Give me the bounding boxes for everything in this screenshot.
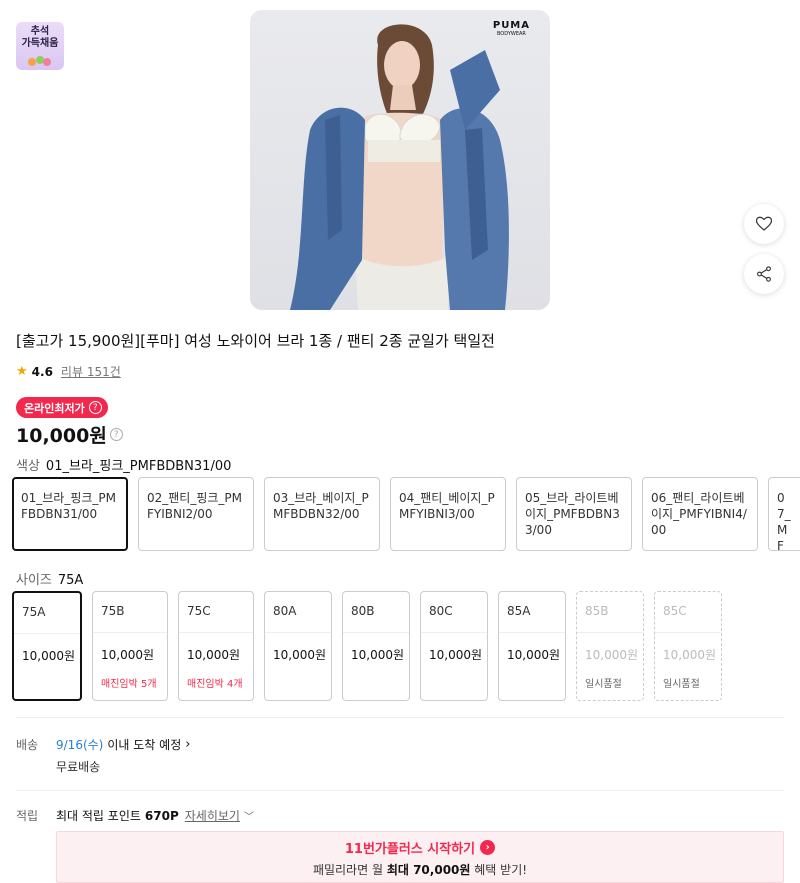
question-icon: ? xyxy=(88,401,102,414)
shipping-date-link[interactable]: 9/16(수) 이내 도착 예정 › xyxy=(56,736,190,753)
size-status xyxy=(499,663,565,675)
size-option-item[interactable]: 80B 10,000원 xyxy=(342,591,410,701)
size-option-item[interactable]: 80A 10,000원 xyxy=(264,591,332,701)
wishlist-button[interactable] xyxy=(744,204,784,244)
size-option-item[interactable]: 85C 10,000원 일시품절 xyxy=(654,591,722,701)
selected-color: 01_브라_핑크_PMFBDBN31/00 xyxy=(45,459,232,474)
price-row: 10,000원 ? xyxy=(16,421,123,448)
brand-logo: PUMA BODYWEAR xyxy=(492,20,530,37)
divider xyxy=(16,790,784,791)
size-price: 10,000원 xyxy=(351,648,405,662)
rating-row: ★ 4.6 리뷰 151건 xyxy=(16,363,121,380)
color-option-item[interactable]: 05_브라_라이트베이지_PMFBDBN33/00 xyxy=(516,477,632,551)
plus-subtext: 패밀리라면 월 최대 70,000원 혜택 받기! xyxy=(312,863,528,877)
color-option-item[interactable]: 02_팬티_핑크_PMFYIBNI2/00 xyxy=(138,477,254,551)
product-title: [출고가 15,900원][푸마] 여성 노와이어 브라 1종 / 팬티 2종 … xyxy=(16,332,495,350)
size-status: 매진임박 5개 xyxy=(101,679,157,690)
size-name: 75C xyxy=(179,592,253,633)
model-illustration xyxy=(290,24,509,310)
size-option-item[interactable]: 75A 10,000원 xyxy=(12,591,82,701)
size-status xyxy=(421,663,487,675)
size-status: 일시품절 xyxy=(585,679,622,690)
size-price: 10,000원 xyxy=(429,648,483,662)
lowest-price-label: 온라인최저가 xyxy=(24,401,85,415)
size-option-item[interactable]: 75C 10,000원 매진임박 4개 xyxy=(178,591,254,701)
size-option-item[interactable]: 85B 10,000원 일시품절 xyxy=(576,591,644,701)
price-info-icon[interactable]: ? xyxy=(109,428,123,441)
shipping-fee: 무료배송 xyxy=(56,760,101,774)
shipping-label: 배송 xyxy=(16,738,39,752)
shipping-date: 9/16(수) xyxy=(56,738,104,752)
color-option-item[interactable]: 03_브라_베이지_PMFBDBN32/00 xyxy=(264,477,380,551)
size-name: 75A xyxy=(14,593,80,634)
promo-line1: 추석 xyxy=(30,26,50,37)
size-price: 10,000원 xyxy=(507,648,561,662)
size-name: 80B xyxy=(343,592,409,633)
size-name: 85C xyxy=(655,592,721,633)
size-status: 일시품절 xyxy=(663,679,700,690)
plus-headline: 11번가플러스 시작하기 xyxy=(344,842,476,857)
heart-icon xyxy=(755,216,773,231)
size-name: 85B xyxy=(577,592,643,633)
rating-score: 4.6 xyxy=(31,364,53,379)
points-detail-link[interactable]: 자세히보기 xyxy=(185,807,240,824)
arrow-right-icon: › xyxy=(480,840,496,855)
points-label: 적립 xyxy=(16,809,39,823)
share-icon xyxy=(757,266,771,282)
review-count-link[interactable]: 리뷰 151건 xyxy=(61,363,121,380)
size-option-item[interactable]: 75B 10,000원 매진임박 5개 xyxy=(92,591,168,701)
color-option-item[interactable]: 01_브라_핑크_PMFBDBN31/00 xyxy=(12,477,128,551)
promo-badge[interactable]: 추석 가득채움 xyxy=(16,22,64,70)
size-option-label: 사이즈 75A xyxy=(16,573,84,588)
size-name: 80C xyxy=(421,592,487,633)
chevron-right-icon: › xyxy=(185,737,191,752)
chevron-down-icon: ﹀ xyxy=(243,812,254,823)
share-button[interactable] xyxy=(744,254,784,294)
size-status xyxy=(265,663,331,675)
size-status: 매진임박 4개 xyxy=(187,679,243,690)
size-name: 80A xyxy=(265,592,331,633)
divider xyxy=(16,717,784,718)
shipping-date-suffix: 이내 도착 예정 xyxy=(107,738,182,752)
size-option-item[interactable]: 80C 10,000원 xyxy=(420,591,488,701)
size-price: 10,000원 xyxy=(663,648,717,662)
size-price: 10,000원 xyxy=(585,648,639,662)
plus-promo-banner[interactable]: 11번가플러스 시작하기 › 패밀리라면 월 최대 70,000원 혜택 받기! xyxy=(56,831,784,883)
selected-size: 75A xyxy=(57,573,84,588)
product-image[interactable]: PUMA BODYWEAR xyxy=(250,10,550,310)
points-value: 670P xyxy=(144,808,179,823)
product-price: 10,000원 xyxy=(16,425,107,447)
size-name: 85A xyxy=(499,592,565,633)
size-name: 75B xyxy=(93,592,167,633)
size-option-item[interactable]: 85A 10,000원 xyxy=(498,591,566,701)
size-status xyxy=(343,663,409,675)
size-price: 10,000원 xyxy=(273,648,327,662)
color-option-label: 색상 01_브라_핑크_PMFBDBN31/00 xyxy=(16,459,232,474)
star-icon: ★ xyxy=(16,364,28,379)
fruit-icon xyxy=(28,56,52,66)
color-option-item[interactable]: 07_MFB xyxy=(768,477,800,551)
size-status xyxy=(14,664,80,676)
size-price: 10,000원 xyxy=(187,648,241,662)
points-prefix: 최대 적립 포인트 xyxy=(56,809,141,823)
color-option-item[interactable]: 06_팬티_라이트베이지_PMFYIBNI4/00 xyxy=(642,477,758,551)
size-price: 10,000원 xyxy=(22,649,76,663)
points-row: 최대 적립 포인트 670P 자세히보기 ﹀ xyxy=(56,807,254,824)
size-price: 10,000원 xyxy=(101,648,155,662)
color-option-item[interactable]: 04_팬티_베이지_PMFYIBNI3/00 xyxy=(390,477,506,551)
lowest-price-badge[interactable]: 온라인최저가 ? xyxy=(16,397,108,418)
promo-line2: 가득채움 xyxy=(21,38,59,49)
